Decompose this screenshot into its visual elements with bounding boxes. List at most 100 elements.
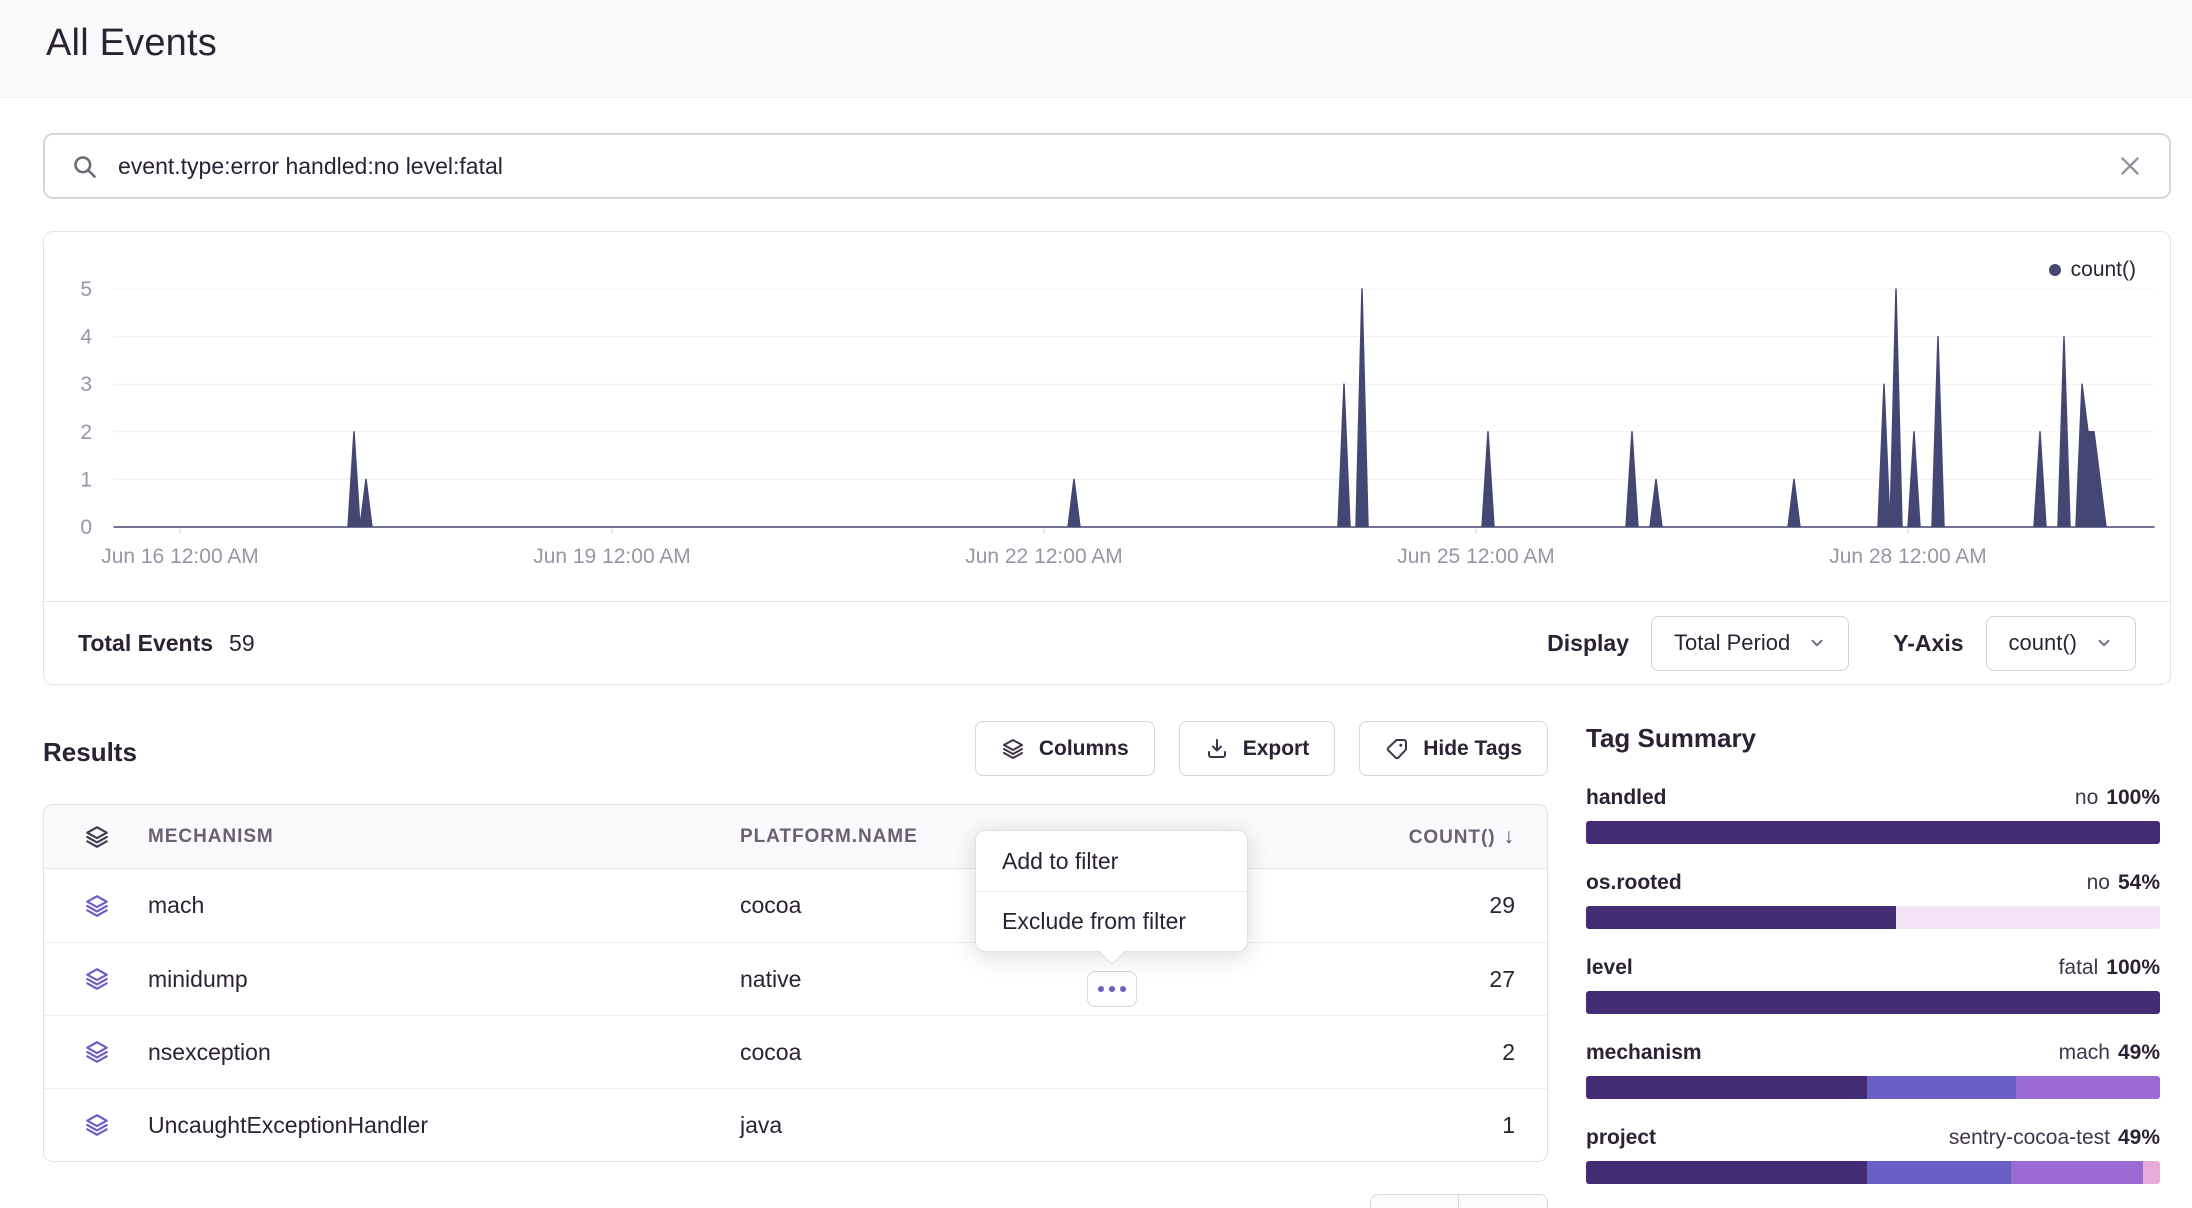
- pagination: ‹ ›: [1370, 1194, 1548, 1208]
- clear-search-button[interactable]: [2117, 153, 2143, 179]
- tag-top-value: no54%: [2087, 871, 2160, 895]
- tag-name: mechanism: [1586, 1041, 1702, 1065]
- tag-name: handled: [1586, 786, 1667, 810]
- tag-percentage: 100%: [2106, 956, 2160, 979]
- tag-bar-segment[interactable]: [2011, 1161, 2143, 1184]
- tag-bar-segment[interactable]: [1586, 991, 2160, 1014]
- columns-button-label: Columns: [1039, 737, 1129, 761]
- chart-legend[interactable]: count(): [2049, 258, 2136, 282]
- table-row[interactable]: UncaughtExceptionHandlerjava1: [44, 1088, 1547, 1161]
- tag-summary-entry: os.rooted no54%: [1586, 871, 2160, 929]
- tag-icon: [1385, 737, 1409, 761]
- chart-footer: Total Events 59 Display Total Period Y-A…: [44, 601, 2170, 684]
- svg-text:4: 4: [80, 326, 92, 349]
- layers-icon: [44, 966, 148, 992]
- sort-descending-icon: ↓: [1504, 825, 1515, 848]
- cell-mechanism[interactable]: nsexception: [148, 1039, 740, 1066]
- display-dropdown[interactable]: Total Period: [1651, 616, 1849, 671]
- column-header-count[interactable]: COUNT() ↓: [1297, 825, 1547, 849]
- tag-bar-segment[interactable]: [2016, 1076, 2160, 1099]
- tag-top-value: no100%: [2075, 786, 2160, 810]
- tag-top-value: fatal100%: [2059, 956, 2160, 980]
- tag-bar-segment[interactable]: [1586, 1076, 1867, 1099]
- tag-name: os.rooted: [1586, 871, 1682, 895]
- cell-mechanism[interactable]: UncaughtExceptionHandler: [148, 1112, 740, 1139]
- tag-name: level: [1586, 956, 1633, 980]
- export-button[interactable]: Export: [1179, 721, 1336, 776]
- tag-summary-panel: Tag Summary handledno100%os.rootedno54%l…: [1586, 723, 2160, 1208]
- hide-tags-button-label: Hide Tags: [1423, 737, 1522, 761]
- chevron-down-icon: [1808, 634, 1826, 652]
- tag-distribution-bar[interactable]: [1586, 1076, 2160, 1099]
- tag-percentage: 54%: [2118, 871, 2160, 894]
- tag-bar-segment[interactable]: [2143, 1161, 2160, 1184]
- search-bar[interactable]: [43, 133, 2171, 199]
- results-header: Results Columns Export: [43, 721, 1548, 776]
- cell-mechanism[interactable]: minidump: [148, 966, 740, 993]
- tag-distribution-bar[interactable]: [1586, 991, 2160, 1014]
- row-actions-button[interactable]: [1087, 971, 1137, 1007]
- layers-icon: [44, 1112, 148, 1138]
- svg-text:Jun 22 12:00 AM: Jun 22 12:00 AM: [965, 545, 1123, 568]
- svg-text:5: 5: [80, 278, 92, 301]
- layers-icon: [44, 1039, 148, 1065]
- total-events-value: 59: [229, 630, 255, 657]
- display-label: Display: [1547, 630, 1629, 657]
- table-row[interactable]: minidumpnative27: [44, 942, 1547, 1015]
- tag-top-value: mach49%: [2059, 1041, 2160, 1065]
- tag-bar-segment[interactable]: [1586, 906, 1896, 929]
- table-row[interactable]: machcocoa29: [44, 869, 1547, 942]
- table-body: machcocoa29minidumpnative27nsexceptionco…: [44, 869, 1547, 1161]
- tag-percentage: 49%: [2118, 1041, 2160, 1064]
- columns-button[interactable]: Columns: [975, 721, 1155, 776]
- tag-bar-segment[interactable]: [1586, 821, 2160, 844]
- layers-icon: [1001, 737, 1025, 761]
- table-row[interactable]: nsexceptioncocoa2: [44, 1015, 1547, 1088]
- tag-summary-entry: handled no100%: [1586, 786, 2160, 844]
- page-title: All Events: [46, 22, 217, 65]
- cell-platform[interactable]: java: [740, 1112, 1297, 1139]
- cell-count: 27: [1297, 966, 1547, 993]
- tag-percentage: 100%: [2106, 786, 2160, 809]
- svg-text:1: 1: [80, 468, 92, 491]
- tag-summary-entry: level fatal100%: [1586, 956, 2160, 1014]
- results-heading: Results: [43, 737, 137, 768]
- cell-mechanism[interactable]: mach: [148, 892, 740, 919]
- page-header: [0, 0, 2192, 98]
- tag-summary-entry: mechanism mach49%: [1586, 1041, 2160, 1099]
- column-header-mechanism[interactable]: MECHANISM: [148, 826, 740, 848]
- svg-text:0: 0: [80, 516, 92, 539]
- yaxis-value: count(): [2009, 630, 2077, 656]
- layers-icon: [44, 824, 148, 850]
- chevron-down-icon: [2095, 634, 2113, 652]
- tag-top-value: sentry-cocoa-test49%: [1949, 1126, 2160, 1150]
- tag-bar-segment[interactable]: [1867, 1076, 2016, 1099]
- cell-count: 1: [1297, 1112, 1547, 1139]
- context-menu-item[interactable]: Add to filter: [976, 831, 1247, 891]
- svg-text:Jun 19 12:00 AM: Jun 19 12:00 AM: [533, 545, 691, 568]
- tag-distribution-bar[interactable]: [1586, 906, 2160, 929]
- dot-icon: [1109, 986, 1115, 992]
- tag-bar-segment[interactable]: [1896, 906, 2160, 929]
- count-header-label: COUNT(): [1409, 827, 1496, 848]
- tag-bar-segment[interactable]: [1586, 1161, 1867, 1184]
- svg-text:Jun 25 12:00 AM: Jun 25 12:00 AM: [1397, 545, 1555, 568]
- tag-name: project: [1586, 1126, 1656, 1150]
- svg-text:Jun 28 12:00 AM: Jun 28 12:00 AM: [1829, 545, 1987, 568]
- search-icon: [71, 153, 98, 180]
- cell-platform[interactable]: native: [740, 966, 1297, 993]
- events-time-series-chart[interactable]: 012345Jun 16 12:00 AMJun 19 12:00 AMJun …: [44, 232, 2170, 602]
- tag-distribution-bar[interactable]: [1586, 1161, 2160, 1184]
- events-chart-panel: count() 012345Jun 16 12:00 AMJun 19 12:0…: [43, 231, 2171, 685]
- total-events-label: Total Events: [78, 630, 213, 657]
- hide-tags-button[interactable]: Hide Tags: [1359, 721, 1548, 776]
- previous-page-button[interactable]: ‹: [1370, 1194, 1459, 1208]
- next-page-button[interactable]: ›: [1459, 1194, 1548, 1208]
- tag-distribution-bar[interactable]: [1586, 821, 2160, 844]
- cell-platform[interactable]: cocoa: [740, 1039, 1297, 1066]
- search-input[interactable]: [116, 152, 2099, 181]
- table-header-row: MECHANISM PLATFORM.NAME COUNT()↓: [44, 805, 1547, 869]
- display-value: Total Period: [1674, 630, 1790, 656]
- yaxis-dropdown[interactable]: count(): [1986, 616, 2136, 671]
- tag-bar-segment[interactable]: [1867, 1161, 2011, 1184]
